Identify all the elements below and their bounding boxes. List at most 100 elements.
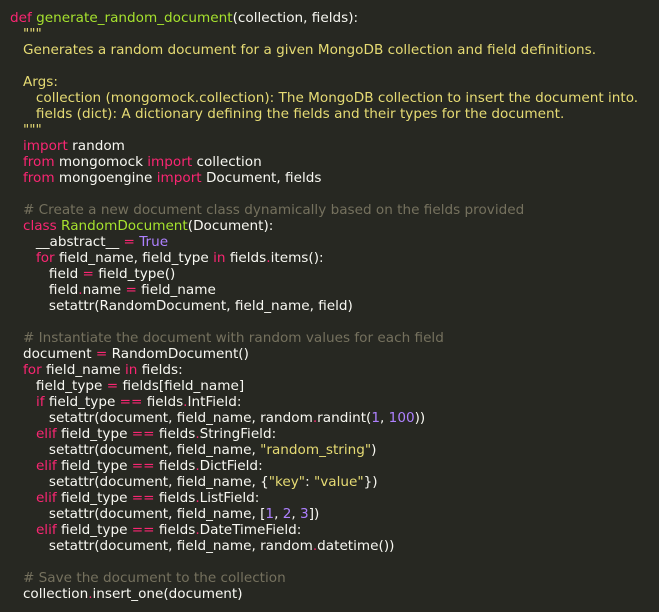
code-token: document	[10, 346, 96, 362]
code-line: collection.insert_one(document)	[10, 586, 659, 602]
code-token: field_type	[56, 426, 132, 442]
code-token: field_name	[136, 282, 216, 298]
code-token: elif	[35, 522, 57, 538]
code-token: __abstract__	[10, 234, 124, 250]
code-line: from mongoengine import Document, fields	[10, 170, 659, 186]
code-token: fields:	[137, 362, 183, 378]
code-token: =	[125, 282, 137, 298]
code-token: setattr(document, field_name, random	[10, 410, 313, 426]
code-token: in	[213, 250, 226, 266]
code-token: field	[10, 282, 79, 298]
code-token: import	[22, 138, 68, 154]
code-token: from	[22, 170, 55, 186]
code-line: for field_name, field_type in fields.ite…	[10, 250, 659, 266]
code-line: # Create a new document class dynamicall…	[10, 202, 659, 218]
code-line: setattr(document, field_name, "random_st…	[10, 442, 659, 458]
code-token: ==	[131, 458, 155, 474]
code-token: mongoengine	[54, 170, 157, 186]
code-line: Args:	[10, 74, 659, 90]
code-token: # Create a new document class dynamicall…	[10, 202, 525, 218]
code-token: ,	[380, 410, 389, 426]
code-token: randint(	[317, 410, 372, 426]
code-token: ,	[291, 506, 301, 522]
code-editor[interactable]: def generate_random_document(collection,…	[0, 0, 659, 612]
code-token: insert_one(document)	[92, 586, 243, 602]
code-line: def generate_random_document(collection,…	[10, 10, 659, 26]
code-token: field_type	[44, 394, 120, 410]
code-line: setattr(document, field_name, random.dat…	[10, 538, 659, 554]
code-token: ==	[119, 394, 143, 410]
code-token: Generates a random document for a given …	[10, 42, 597, 58]
code-token: setattr(document, field_name, {	[10, 474, 269, 490]
code-token: """	[10, 26, 42, 42]
code-token: elif	[35, 490, 57, 506]
code-token: setattr(RandomDocument, field_name, fiel…	[10, 298, 353, 314]
code-line: elif field_type == fields.DictField:	[10, 458, 659, 474]
code-token: })	[363, 474, 378, 490]
code-token: 3	[300, 506, 309, 522]
code-token: "random_string"	[260, 442, 372, 458]
code-token: fields	[154, 458, 196, 474]
code-line: elif field_type == fields.ListField:	[10, 490, 659, 506]
code-token: # Instantiate the document with random v…	[10, 330, 444, 346]
code-token: fields	[154, 490, 196, 506]
code-token: for	[35, 250, 55, 266]
code-line: elif field_type == fields.StringField:	[10, 426, 659, 442]
code-token: elif	[35, 426, 57, 442]
code-line: __abstract__ = True	[10, 234, 659, 250]
code-line: elif field_type == fields.DateTimeField:	[10, 522, 659, 538]
code-token: =	[106, 378, 119, 394]
code-token: setattr(document, field_name,	[10, 442, 261, 458]
code-token: elif	[35, 458, 57, 474]
code-line: setattr(document, field_name, {"key": "v…	[10, 474, 659, 490]
code-line: Generates a random document for a given …	[10, 42, 659, 58]
code-line: setattr(document, field_name, [1, 2, 3])	[10, 506, 659, 522]
code-line: field_type = fields[field_name]	[10, 378, 659, 394]
code-token: RandomDocument	[61, 218, 188, 234]
code-token: setattr(document, field_name, [	[10, 506, 266, 522]
code-token: field_name	[41, 362, 125, 378]
code-token: name	[82, 282, 126, 298]
code-token: if	[35, 394, 45, 410]
code-line: if field_type == fields.IntField:	[10, 394, 659, 410]
code-token: =	[123, 234, 135, 250]
code-line: collection (mongomock.collection): The M…	[10, 90, 659, 106]
code-token: StringField:	[199, 426, 277, 442]
code-token: generate_random_document	[36, 10, 233, 26]
code-token: Args:	[10, 74, 58, 90]
code-token: items():	[270, 250, 324, 266]
code-token: collection (mongomock.collection): The M…	[10, 90, 639, 106]
code-token: field_type	[56, 522, 132, 538]
code-line: # Save the document to the collection	[10, 570, 659, 586]
code-token: field_name, field_type	[54, 250, 214, 266]
code-token: (collection, fields):	[232, 10, 359, 26]
code-token: ==	[131, 426, 155, 442]
code-line: setattr(RandomDocument, field_name, fiel…	[10, 298, 659, 314]
code-token: =	[82, 266, 94, 282]
code-token: # Save the document to the collection	[10, 570, 286, 586]
code-line: setattr(document, field_name, random.ran…	[10, 410, 659, 426]
code-token: )	[371, 442, 377, 458]
code-line: document = RandomDocument()	[10, 346, 659, 362]
code-token: fields[field_name]	[118, 378, 245, 394]
code-token: ListField:	[199, 490, 260, 506]
code-token: DateTimeField:	[199, 522, 302, 538]
code-token: import	[147, 154, 193, 170]
code-token: def	[10, 10, 32, 26]
code-token: field_type()	[93, 266, 176, 282]
code-token: fields	[225, 250, 267, 266]
code-token: setattr(document, field_name, random	[10, 538, 313, 554]
code-token: ==	[131, 490, 155, 506]
code-token: ])	[308, 506, 320, 522]
code-token: "value"	[313, 474, 364, 490]
code-token: :	[305, 474, 314, 490]
